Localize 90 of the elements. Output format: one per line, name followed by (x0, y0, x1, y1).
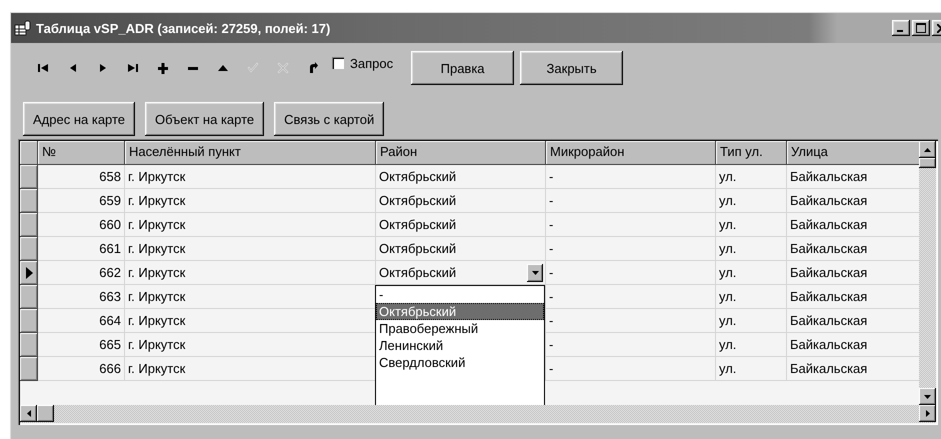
table-cell: - (546, 189, 716, 213)
table-cell: ул. (716, 261, 787, 285)
table-cell: 666 (38, 357, 125, 381)
close-form-button[interactable]: Закрыть (520, 51, 624, 85)
left-arrow-icon (26, 410, 30, 417)
first-record-icon (36, 61, 50, 75)
table-cell: - (546, 237, 716, 261)
table-cell: - (546, 165, 716, 189)
table-cell: - (546, 333, 716, 357)
scroll-left-button[interactable] (20, 405, 37, 422)
table-cell: 663 (38, 285, 125, 309)
table-cell: г. Иркутск (125, 189, 376, 213)
scroll-down-button[interactable] (919, 388, 936, 405)
table-cell: Октябрьский (376, 189, 546, 213)
table-cell: 664 (38, 309, 125, 333)
table-cell: Октябрьский (376, 165, 546, 189)
dropdown-option[interactable]: Октябрьский (376, 303, 544, 320)
corner-header (20, 141, 38, 165)
down-arrow-icon (924, 394, 931, 398)
map-button[interactable]: Объект на карте (145, 102, 264, 136)
table-cell: 659 (38, 189, 125, 213)
table-cell: г. Иркутск (125, 261, 376, 285)
table-cell: ул. (716, 237, 787, 261)
plus-icon (156, 61, 170, 75)
dropdown-option[interactable]: Ленинский (376, 337, 544, 354)
table-cell: г. Иркутск (125, 237, 376, 261)
table-cell: ул. (716, 189, 787, 213)
maximize-button[interactable] (912, 20, 930, 36)
table-cell: Октябрьский (376, 213, 546, 237)
table-cell: - (546, 213, 716, 237)
table-cell: 662 (38, 261, 125, 285)
cross-icon (276, 61, 290, 75)
table-cell: ул. (716, 357, 787, 381)
row-selector[interactable] (20, 357, 38, 381)
table-cell: - (546, 309, 716, 333)
query-checkbox[interactable] (332, 57, 344, 69)
column-header[interactable]: Населённый пункт (125, 141, 376, 165)
row-selector[interactable] (20, 333, 38, 357)
column-header[interactable]: Микрорайон (546, 141, 716, 165)
column-header[interactable]: Район (376, 141, 546, 165)
up-arrow-icon (924, 148, 931, 152)
table-cell: ул. (716, 309, 787, 333)
checkmark-icon (246, 61, 260, 75)
table-cell: 665 (38, 333, 125, 357)
dropdown-arrow-button[interactable] (527, 264, 543, 282)
dropdown-option[interactable]: - (376, 286, 544, 303)
row-selector[interactable] (20, 309, 38, 333)
table-cell: 658 (38, 165, 125, 189)
edit-mode-button[interactable]: Правка (411, 51, 514, 85)
scroll-up-button[interactable] (919, 141, 936, 158)
table-cell: 660 (38, 213, 125, 237)
table-cell: ул. (716, 333, 787, 357)
row-selector[interactable] (20, 237, 38, 261)
row-selector[interactable] (20, 285, 38, 309)
row-selector[interactable] (20, 165, 38, 189)
column-header[interactable]: Тип ул. (716, 141, 787, 165)
scroll-thumb[interactable] (37, 405, 54, 422)
combo-value: Октябрьский (379, 265, 456, 280)
last-record-icon (126, 61, 140, 75)
scroll-thumb[interactable] (919, 158, 936, 168)
table-cell: 661 (38, 237, 125, 261)
row-selector[interactable] (20, 189, 38, 213)
vertical-scrollbar[interactable] (919, 141, 936, 405)
checkbox-label: Запрос (350, 56, 394, 70)
minimize-button[interactable] (892, 20, 910, 36)
row-selector[interactable] (20, 213, 38, 237)
table-cell: ул. (716, 213, 787, 237)
maximize-icon (916, 23, 926, 33)
column-header[interactable]: Улица (787, 141, 919, 165)
table-cell: - (546, 261, 716, 285)
map-button[interactable]: Связь с картой (274, 102, 384, 136)
table-cell: ул. (716, 285, 787, 309)
table-cell: ул. (716, 165, 787, 189)
column-header[interactable]: № (38, 141, 125, 165)
row-selector[interactable] (20, 261, 38, 285)
window-title: Таблица vSP_ADR (записей: 27259, полей: 17) (36, 20, 332, 36)
table-icon (14, 20, 32, 36)
table-cell: г. Иркутск (125, 213, 376, 237)
table-cell: - (546, 357, 716, 381)
map-button[interactable]: Адрес на карте (23, 102, 136, 136)
current-row-icon (26, 267, 32, 279)
right-arrow-icon (926, 410, 930, 417)
table-cell: г. Иркутск (125, 165, 376, 189)
table-cell: - (546, 285, 716, 309)
table-cell: Октябрьский (376, 237, 546, 261)
dropdown-option[interactable]: Свердловский (376, 354, 544, 371)
horizontal-scrollbar[interactable] (20, 405, 936, 423)
dropdown-option[interactable]: Правобережный (376, 320, 544, 337)
down-arrow-icon (532, 270, 538, 274)
scroll-right-button[interactable] (919, 405, 936, 422)
